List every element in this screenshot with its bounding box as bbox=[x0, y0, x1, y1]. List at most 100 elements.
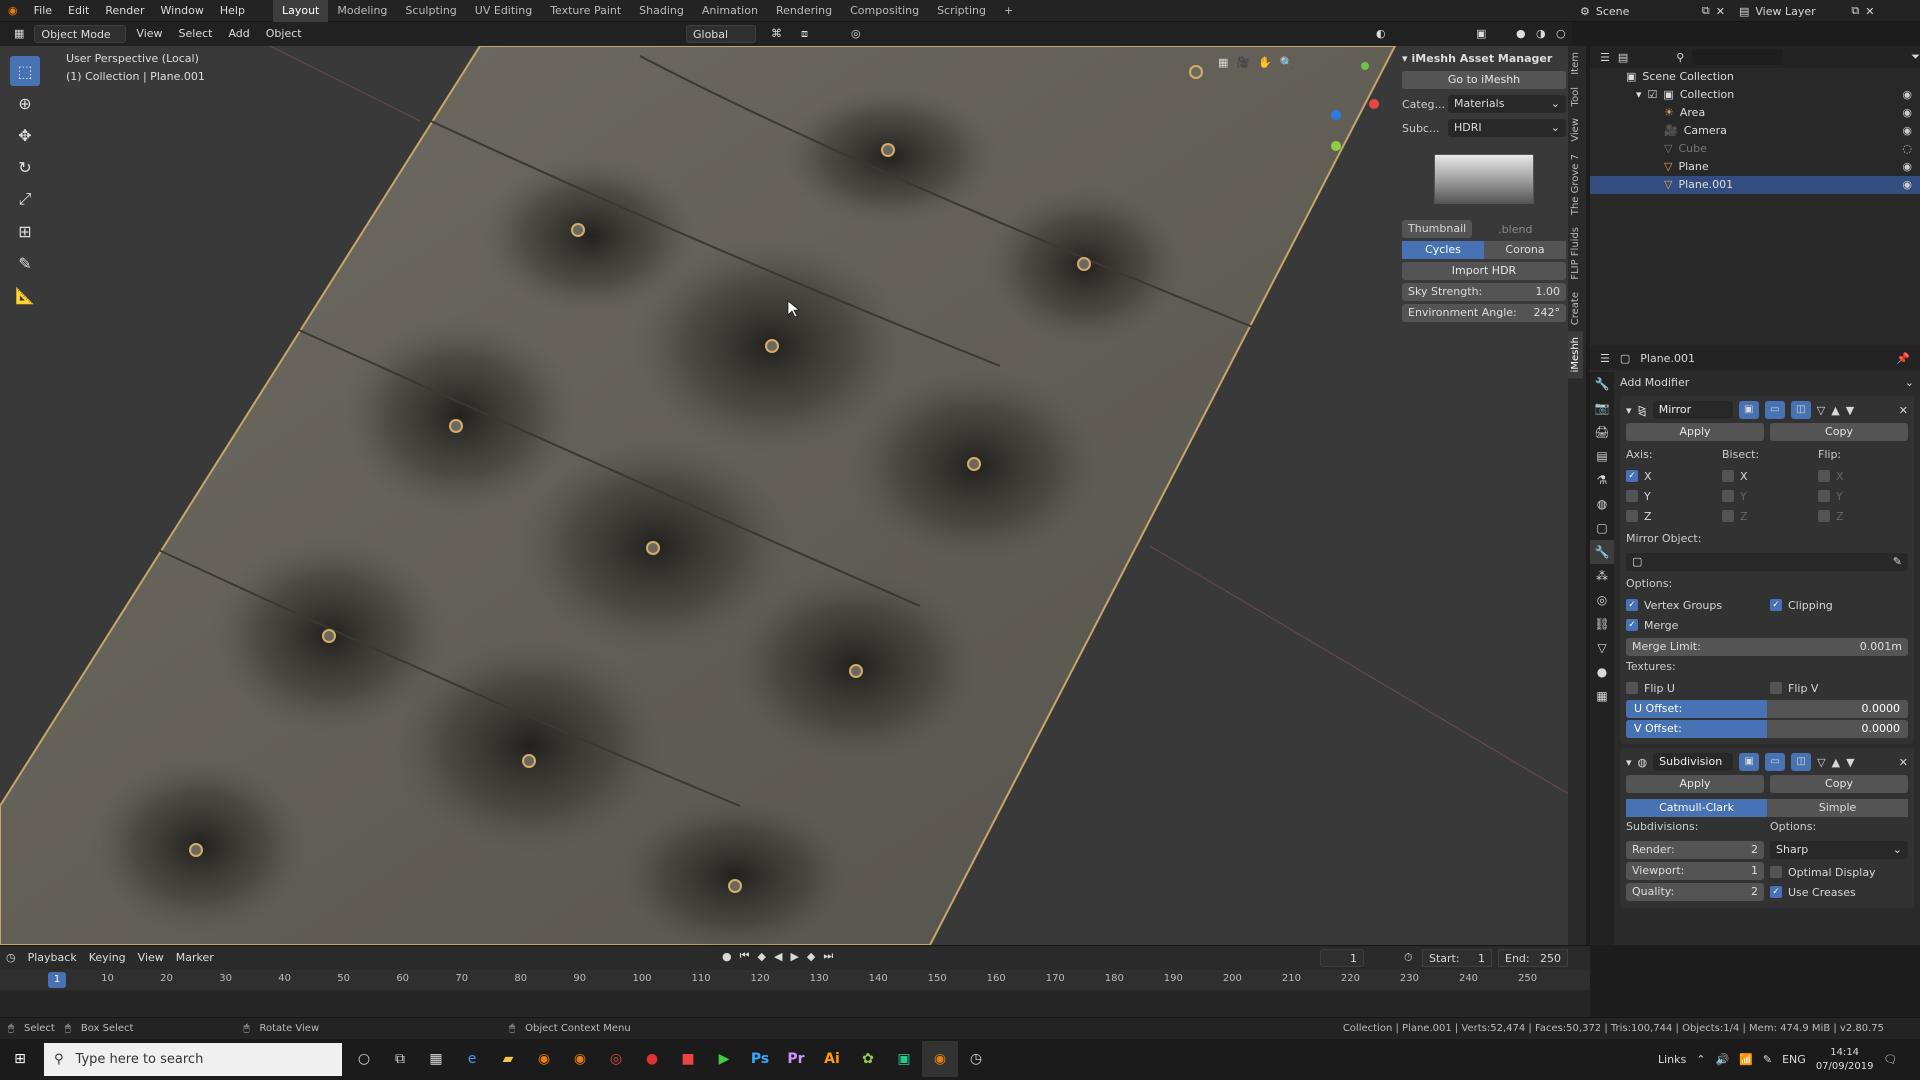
menu-help[interactable]: Help bbox=[212, 0, 253, 22]
render-icon[interactable]: 📷 bbox=[1590, 396, 1614, 420]
playhead[interactable]: 1 bbox=[48, 972, 66, 988]
merge-checkbox[interactable]: ✓ Merge bbox=[1626, 615, 1908, 635]
outliner-search-input[interactable] bbox=[1692, 49, 1784, 65]
grid-view-icon[interactable]: ▦ bbox=[1218, 56, 1228, 69]
pivot-icon[interactable]: ⌘ bbox=[765, 25, 788, 43]
menu-timeline-view[interactable]: View bbox=[132, 949, 170, 967]
close-icon[interactable]: ✕ bbox=[1899, 404, 1908, 417]
output-icon[interactable]: 🖨 bbox=[1590, 420, 1614, 444]
tab-sculpting[interactable]: Sculpting bbox=[396, 0, 465, 22]
proportional-edit-icon[interactable]: ◎ bbox=[845, 25, 867, 43]
3d-viewport[interactable] bbox=[0, 46, 1572, 945]
tray-clock[interactable]: 14:14 07/09/2019 bbox=[1816, 1046, 1874, 1074]
new-scene-icon[interactable]: ⧉ bbox=[1702, 4, 1710, 18]
language-indicator[interactable]: ENG bbox=[1782, 1053, 1806, 1066]
blend-tab[interactable]: .blend bbox=[1498, 223, 1532, 236]
flip-y-checkbox[interactable]: Y bbox=[1818, 486, 1908, 506]
axis-y-checkbox[interactable]: Y bbox=[1626, 486, 1716, 506]
environment-angle-field[interactable]: Environment Angle: 242° bbox=[1402, 304, 1566, 322]
eyedropper-icon[interactable]: ✎ bbox=[1893, 553, 1902, 571]
task-view-icon[interactable]: ⧉ bbox=[382, 1041, 418, 1077]
tab-create[interactable]: Create bbox=[1568, 286, 1583, 331]
cycles-button[interactable]: Cycles bbox=[1402, 241, 1484, 259]
subdivision-name-field[interactable]: Subdivision bbox=[1653, 753, 1734, 771]
show-on-cage-icon[interactable]: ▽ bbox=[1817, 404, 1825, 417]
visibility-eye-icon[interactable]: ◌ bbox=[1902, 140, 1912, 158]
transform-icon[interactable]: ⊞ bbox=[10, 216, 40, 246]
collapse-icon[interactable]: ▾ bbox=[1626, 404, 1632, 417]
menu-edit[interactable]: Edit bbox=[60, 0, 97, 22]
chrome-icon[interactable]: ◎ bbox=[598, 1041, 634, 1077]
tray-links[interactable]: Links bbox=[1658, 1053, 1686, 1066]
editor-type-icon[interactable]: ▦ bbox=[8, 25, 30, 43]
tab-flip-fluids[interactable]: FLIP Fluids bbox=[1568, 221, 1583, 286]
timeline-track-area[interactable] bbox=[0, 990, 1590, 1018]
tab-scripting[interactable]: Scripting bbox=[928, 0, 995, 22]
taskbar-search[interactable]: ⚲ Type here to search bbox=[44, 1043, 342, 1076]
menu-select[interactable]: Select bbox=[173, 25, 219, 43]
timeline-ruler[interactable]: 1 10 20 30 40 50 60 70 80 90 100 110 120 130 140 150 16… bbox=[0, 970, 1590, 990]
menu-marker[interactable]: Marker bbox=[170, 949, 220, 967]
mirror-apply-button[interactable]: Apply bbox=[1626, 423, 1764, 441]
rotate-icon[interactable]: ↻ bbox=[10, 152, 40, 182]
move-icon[interactable]: ✥ bbox=[10, 120, 40, 150]
show-in-editmode-icon[interactable]: ▣ bbox=[1739, 753, 1760, 771]
show-render-icon[interactable]: ◫ bbox=[1790, 401, 1811, 419]
media-player-icon[interactable]: ▶ bbox=[706, 1041, 742, 1077]
mirror-copy-button[interactable]: Copy bbox=[1770, 423, 1908, 441]
mirror-object-field[interactable]: ▢ ✎ bbox=[1626, 553, 1908, 571]
v-offset-slider[interactable]: V Offset: 0.0000 bbox=[1626, 720, 1908, 738]
axis-z-checkbox[interactable]: Z bbox=[1626, 506, 1716, 526]
cortana-icon[interactable]: ○ bbox=[346, 1041, 382, 1077]
import-hdr-button[interactable]: Import HDR bbox=[1402, 262, 1566, 280]
new-view-layer-icon[interactable]: ⧉ bbox=[1851, 4, 1859, 18]
blender-logo-icon[interactable]: ◉ bbox=[0, 0, 26, 22]
chevron-up-icon[interactable]: ⌃ bbox=[1696, 1053, 1705, 1066]
move-down-icon[interactable]: ▼ bbox=[1846, 404, 1854, 417]
go-to-imeshh-button[interactable]: Go to iMeshh bbox=[1402, 71, 1566, 89]
tab-rendering[interactable]: Rendering bbox=[767, 0, 841, 22]
render-levels-field[interactable]: Render: 2 bbox=[1626, 841, 1764, 859]
network-icon[interactable]: 📶 bbox=[1739, 1053, 1753, 1066]
viewport-canvas[interactable] bbox=[0, 46, 1572, 945]
transform-orientation-dropdown[interactable]: Global bbox=[686, 25, 756, 43]
object-data-icon[interactable]: ▽ bbox=[1590, 636, 1614, 660]
tab-item[interactable]: Item bbox=[1568, 46, 1583, 81]
volume-icon[interactable]: 🔊 bbox=[1715, 1053, 1729, 1066]
display-mode-icon[interactable]: ▤ bbox=[1618, 51, 1628, 64]
pan-hand-icon[interactable]: ✋ bbox=[1258, 56, 1272, 69]
clock-icon[interactable]: ⏱ bbox=[1404, 951, 1413, 965]
solid-shading-icon[interactable]: ● bbox=[1510, 25, 1532, 43]
clock-app-icon[interactable]: ◷ bbox=[958, 1041, 994, 1077]
tab-tool[interactable]: Tool bbox=[1568, 81, 1583, 112]
view-layer-icon[interactable]: ▤ bbox=[1590, 444, 1614, 468]
move-up-icon[interactable]: ▲ bbox=[1831, 404, 1839, 417]
tab-shading[interactable]: Shading bbox=[630, 0, 693, 22]
green-app-icon[interactable]: ▣ bbox=[886, 1041, 922, 1077]
optimal-display-checkbox[interactable]: Optimal Display bbox=[1770, 862, 1908, 882]
move-down-icon[interactable]: ▼ bbox=[1846, 756, 1854, 769]
app-red-icon[interactable]: ● bbox=[634, 1041, 670, 1077]
outliner-item-cube[interactable]: ▽ Cube ◌ bbox=[1590, 140, 1920, 158]
menu-render[interactable]: Render bbox=[97, 0, 152, 22]
tab-modeling[interactable]: Modeling bbox=[328, 0, 396, 22]
move-up-icon[interactable]: ▲ bbox=[1832, 756, 1840, 769]
catmull-clark-button[interactable]: Catmull-Clark bbox=[1626, 799, 1767, 817]
blender-app-icon[interactable]: ◉ bbox=[526, 1041, 562, 1077]
tab-compositing[interactable]: Compositing bbox=[841, 0, 928, 22]
app-recorder-icon[interactable]: ■ bbox=[670, 1041, 706, 1077]
flip-v-checkbox[interactable]: Flip V bbox=[1770, 678, 1908, 698]
tool-settings-icon[interactable]: 🔧 bbox=[1590, 372, 1614, 396]
outliner-item-plane[interactable]: ▽ Plane ◉ bbox=[1590, 158, 1920, 176]
cursor-icon[interactable]: ⊕ bbox=[10, 88, 40, 118]
add-workspace-button[interactable]: + bbox=[995, 0, 1022, 22]
file-explorer-icon[interactable]: ▰ bbox=[490, 1041, 526, 1077]
use-creases-checkbox[interactable]: ✓ Use Creases bbox=[1770, 882, 1908, 902]
bisect-z-checkbox[interactable]: Z bbox=[1722, 506, 1812, 526]
menu-window[interactable]: Window bbox=[153, 0, 212, 22]
clipping-checkbox[interactable]: ✓ Clipping bbox=[1770, 595, 1908, 615]
windows-start-icon[interactable]: ⊞ bbox=[2, 1041, 38, 1077]
tab-layout[interactable]: Layout bbox=[272, 0, 329, 22]
imeshh-title[interactable]: ▾ iMeshh Asset Manager bbox=[1402, 50, 1566, 68]
material-icon[interactable]: ● bbox=[1590, 660, 1614, 684]
